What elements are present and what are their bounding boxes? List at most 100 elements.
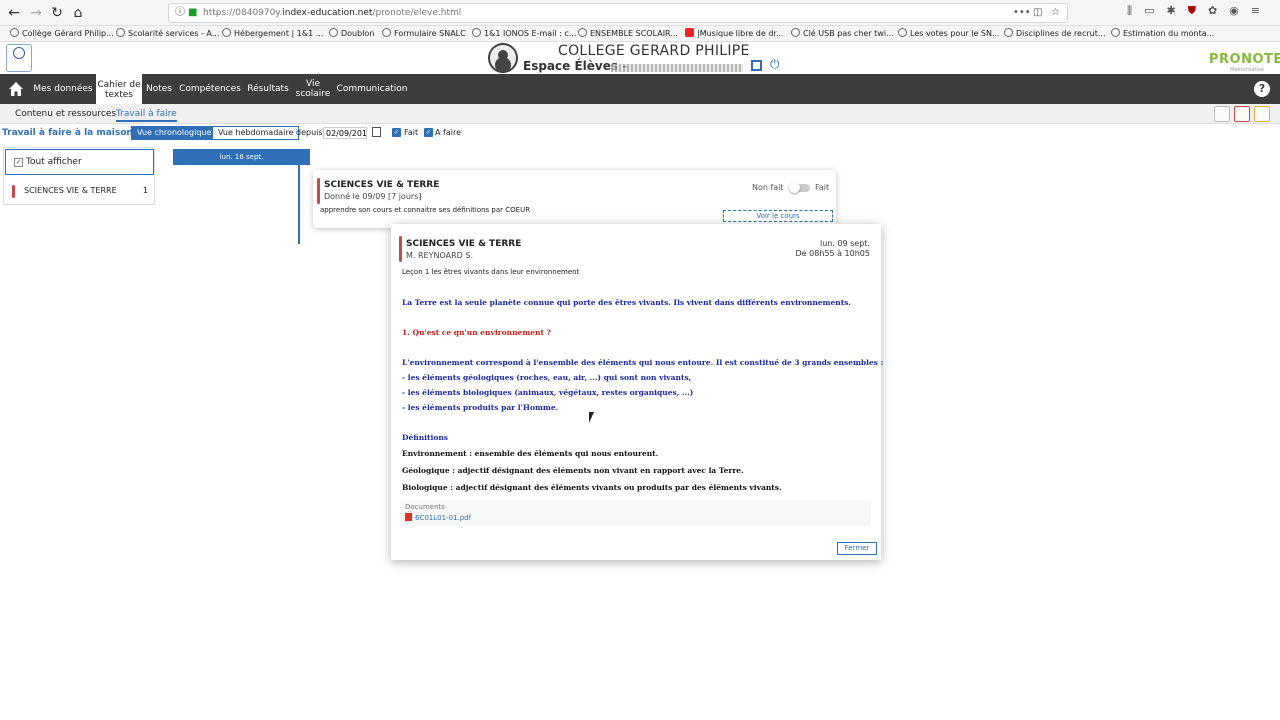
avatar[interactable] [488, 43, 518, 73]
bookmark-item[interactable]: 1&1 IONOS E-mail : c... [472, 26, 576, 41]
bookmark-item[interactable]: Clé USB pas cher twi... [791, 26, 894, 41]
show-all-checkbox[interactable]: ✓ [14, 158, 23, 167]
mouse-cursor [589, 412, 594, 423]
subject-color-bar [317, 178, 320, 204]
globe-icon [329, 28, 338, 37]
show-all-item[interactable]: ✓ Tout afficher [5, 149, 154, 175]
view-chronological-button[interactable]: Vue chronologique [131, 126, 218, 140]
date-field[interactable] [323, 127, 367, 139]
document-link[interactable]: 6C01L01-01.pdf [405, 513, 471, 522]
bookmark-item[interactable]: Formulaire SNALC [382, 26, 466, 41]
nav-mes-donnees[interactable]: Mes données [33, 74, 93, 104]
definitions-heading: Définitions [402, 433, 449, 442]
bookmark-item[interactable]: ENSEMBLE SCOLAIR... [578, 26, 678, 41]
mail-icon [472, 28, 481, 37]
bookmark-item[interactable]: Doublon [329, 26, 374, 41]
browser-toolbar: ← → ↻ ⌂ ⓘ ■ https://0840970y.index-educa… [0, 0, 1280, 26]
definition-item: Biologique : adjectif désignant des élém… [402, 483, 782, 492]
list-item[interactable]: SCIENCES VIE & TERRE 1 [4, 178, 154, 204]
nav-resultats[interactable]: Résultats [246, 74, 290, 104]
a-faire-checkbox[interactable]: ✓ [424, 128, 433, 137]
homework-description: apprendre son cours et connaitre ses déf… [320, 206, 531, 214]
fait-label: Fait [404, 128, 419, 137]
lock-icon: ■ [188, 7, 198, 18]
home-icon[interactable] [8, 81, 24, 97]
show-all-label: Tout afficher [26, 157, 82, 167]
ublock-icon[interactable]: ⛊ [1188, 4, 1196, 18]
course-list-item: - les éléments géologiques (roches, eau,… [402, 373, 692, 382]
close-button[interactable]: Fermer [837, 542, 877, 555]
nav-competences[interactable]: Compétences [179, 74, 241, 104]
url-prefix: https://0840970y. [203, 8, 283, 18]
calendar-icon[interactable] [372, 127, 381, 137]
library-icon[interactable]: ⫼ [1127, 4, 1132, 18]
documents-section: Documents 6C01L01-01.pdf [401, 500, 871, 526]
tab-contenu-ressources[interactable]: Contenu et ressources [15, 109, 116, 119]
browser-right-icons: ⫼ ▭ ✱ ⛊ ✿ ◉ ≡ [1127, 4, 1260, 18]
url-path: /pronote/eleve.html [372, 8, 462, 18]
blurred-student-name [611, 64, 743, 72]
forward-icon[interactable]: → [26, 3, 46, 23]
qr-code-icon[interactable] [751, 60, 762, 71]
fait-checkbox[interactable]: ✓ [392, 128, 401, 137]
globe-icon [382, 28, 391, 37]
documents-label: Documents [405, 503, 445, 511]
nav-cahier-de-textes[interactable]: Cahier de textes [96, 74, 142, 104]
reload-icon[interactable]: ↻ [47, 3, 67, 23]
bookmark-item[interactable]: |Musique libre de dr... [685, 26, 784, 41]
back-icon[interactable]: ← [4, 3, 24, 23]
sidebar-icon[interactable]: ▭ [1144, 4, 1154, 18]
main-nav: Mes données Cahier de textes Notes Compé… [0, 74, 1280, 104]
share-icon[interactable] [1254, 106, 1270, 122]
tab-travail-a-faire[interactable]: Travail à faire [116, 109, 177, 122]
popup-subject: SCIENCES VIE & TERRE [406, 239, 522, 249]
url-bar[interactable]: ⓘ ■ https://0840970y.index-education.net… [168, 3, 1068, 23]
account-icon[interactable]: ◉ [1229, 4, 1239, 18]
course-list-item: - les éléments produits par l'Homme. [402, 403, 559, 412]
subject-color-bar [12, 185, 15, 198]
bookmark-item[interactable]: Les votes pour le SN... [898, 26, 1000, 41]
home-browser-icon[interactable]: ⌂ [68, 3, 88, 23]
extension-icon[interactable]: ✱ [1166, 4, 1175, 18]
app-header: COLLEGE GERARD PHILIPE Espace Élèves - ⏻… [0, 42, 1280, 74]
globe-icon [1004, 28, 1013, 37]
print-icon[interactable] [1234, 106, 1250, 122]
flag-icon [1111, 28, 1120, 37]
bookmark-star-icon[interactable]: ☆ [1051, 4, 1060, 22]
globe-icon [791, 28, 800, 37]
bookmark-item[interactable]: Hébergement | 1&1 ... [222, 26, 323, 41]
done-toggle[interactable] [789, 182, 810, 193]
bookmarks-bar: Collège Gérard Philip... Scolarité servi… [0, 26, 1280, 42]
pdf-icon [405, 513, 412, 521]
pocket-icon[interactable]: ◫ [1033, 4, 1042, 22]
bookmark-item[interactable]: Scolarité services - A... [116, 26, 219, 41]
course-paragraph: La Terre est la seule planète connue qui… [402, 298, 852, 307]
homework-given-date: Donné le 09/09 [7 jours] [324, 192, 422, 201]
homework-subject: SCIENCES VIE & TERRE [324, 180, 440, 190]
export-icon[interactable] [1214, 106, 1230, 122]
popup-date: lun. 09 sept. [819, 239, 870, 248]
nav-vie-scolaire[interactable]: Vie scolaire [294, 74, 332, 104]
bookmark-item[interactable]: Estimation du monta... [1111, 26, 1214, 41]
definition-item: Géologique : adjectif désignant des élém… [402, 466, 744, 475]
voir-cours-button[interactable]: Voir le cours [723, 210, 833, 222]
definition-item: Environnement : ensemble des éléments qu… [402, 449, 659, 458]
non-fait-label: Non fait [752, 183, 784, 192]
since-label: depuis [296, 128, 323, 137]
help-icon[interactable]: ? [1254, 81, 1270, 97]
page-actions-icon[interactable]: ••• [1013, 4, 1031, 22]
power-icon[interactable]: ⏻ [770, 57, 780, 72]
homework-card[interactable]: SCIENCES VIE & TERRE Donné le 09/09 [7 j… [313, 170, 836, 228]
bookmark-item[interactable]: Disciplines de recrut... [1004, 26, 1106, 41]
nav-notes[interactable]: Notes [143, 74, 175, 104]
bookmark-item[interactable]: Collège Gérard Philip... [10, 26, 114, 41]
course-question: 1. Qu'est ce qu'un environnement ? [402, 328, 551, 337]
menu-icon[interactable]: ≡ [1251, 4, 1260, 18]
view-weekly-button[interactable]: Vue hebdomadaire [212, 126, 300, 140]
extension-2-icon[interactable]: ✿ [1208, 4, 1217, 18]
subject-filter-panel: ✓ Tout afficher SCIENCES VIE & TERRE 1 [3, 147, 155, 205]
info-icon[interactable]: ⓘ [175, 4, 185, 22]
globe-icon [898, 28, 907, 37]
subject-count: 1 [142, 186, 148, 195]
nav-communication[interactable]: Communication [335, 74, 409, 104]
